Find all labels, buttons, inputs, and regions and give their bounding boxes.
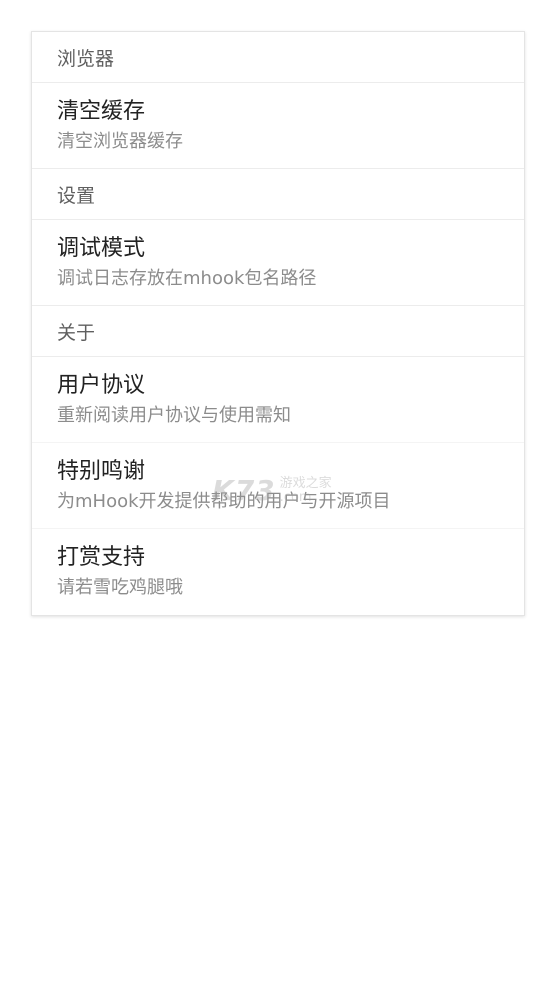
- settings-card: 浏览器 清空缓存 清空浏览器缓存 设置 调试模式 调试日志存放在mhook包名路…: [31, 31, 525, 616]
- item-title: 特别鸣谢: [57, 458, 146, 484]
- item-subtitle: 调试日志存放在mhook包名路径: [57, 267, 317, 289]
- section-header-settings: 设置: [32, 169, 524, 220]
- item-subtitle: 重新阅读用户协议与使用需知: [57, 404, 291, 426]
- section-header-about: 关于: [32, 306, 524, 357]
- donate-support-item[interactable]: 打赏支持 请若雪吃鸡腿哦: [32, 529, 524, 615]
- section-header-browser: 浏览器: [32, 32, 524, 83]
- item-subtitle: 清空浏览器缓存: [57, 130, 183, 152]
- item-subtitle: 请若雪吃鸡腿哦: [57, 577, 183, 598]
- item-title: 调试模式: [57, 235, 146, 261]
- item-title: 清空缓存: [57, 98, 146, 124]
- item-title: 用户协议: [57, 372, 146, 398]
- special-thanks-item[interactable]: 特别鸣谢 为mHook开发提供帮助的用户与开源项目: [32, 443, 524, 529]
- clear-cache-item[interactable]: 清空缓存 清空浏览器缓存: [32, 83, 524, 169]
- debug-mode-item[interactable]: 调试模式 调试日志存放在mhook包名路径: [32, 220, 524, 306]
- user-agreement-item[interactable]: 用户协议 重新阅读用户协议与使用需知: [32, 357, 524, 443]
- item-subtitle: 为mHook开发提供帮助的用户与开源项目: [57, 490, 391, 512]
- item-title: 打赏支持: [57, 545, 146, 570]
